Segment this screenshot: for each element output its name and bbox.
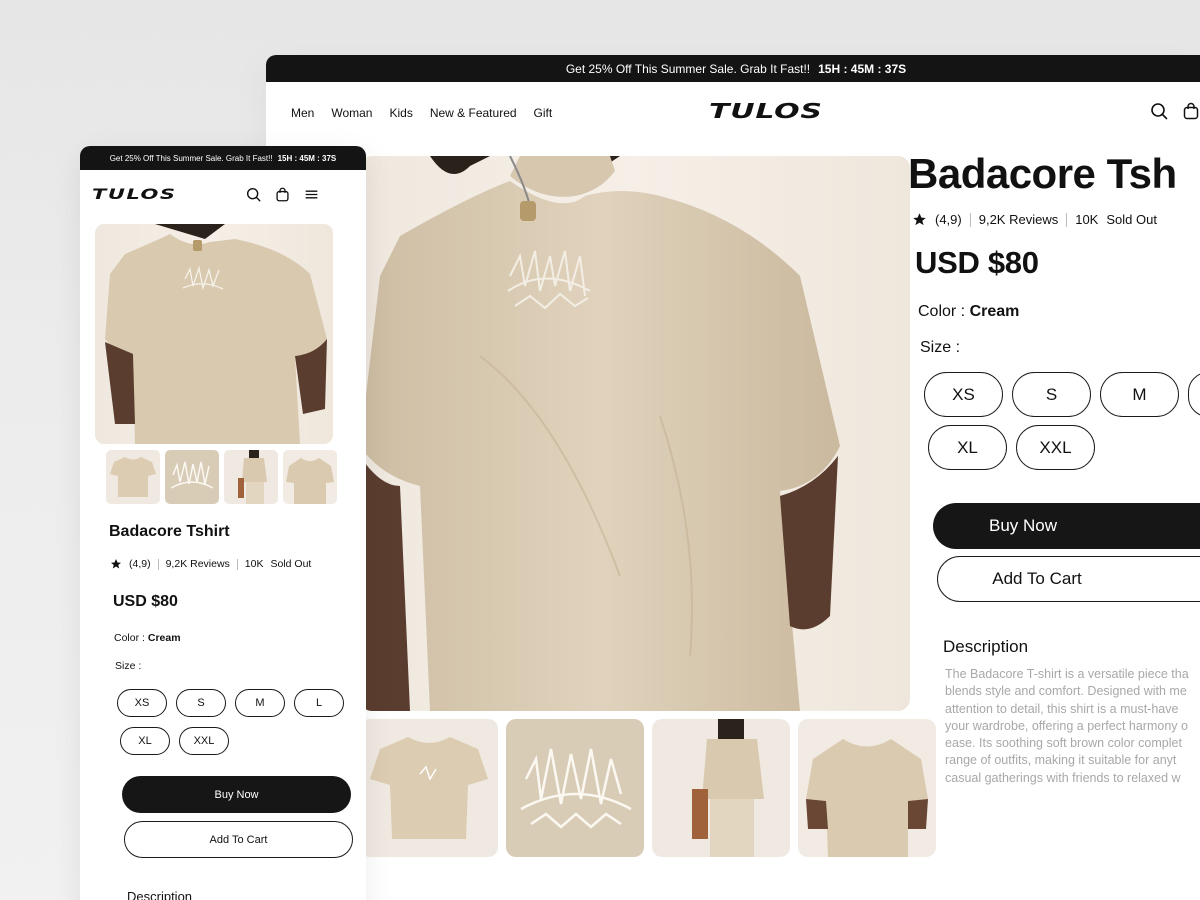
mobile-add-to-cart-button[interactable]: Add To Cart	[124, 821, 353, 858]
rating-value: (4,9)	[935, 212, 962, 227]
description-line: your wardrobe, offering a perfect harmon…	[945, 718, 1188, 733]
mobile-thumbnail-front-view[interactable]	[283, 450, 337, 504]
thumbnail-embroidery-closeup[interactable]	[506, 719, 644, 857]
size-option-xxl[interactable]: XXL	[1016, 425, 1095, 470]
bag-icon[interactable]	[1182, 102, 1200, 120]
size-option-m[interactable]: M	[1100, 372, 1179, 417]
product-price: USD $80	[915, 245, 1039, 280]
nav-link-kids[interactable]: Kids	[389, 106, 412, 120]
promo-timer: 15H : 45M : 37S	[818, 61, 907, 76]
nav-links: Men Woman Kids New & Featured Gift	[291, 106, 552, 120]
mobile-thumbnail-back-view[interactable]	[224, 450, 278, 504]
divider	[157, 558, 159, 570]
sold-count: 10K	[1075, 212, 1099, 227]
nav-link-gift[interactable]: Gift	[534, 106, 553, 120]
thumbnail-back-view[interactable]	[652, 719, 790, 857]
brand-logo[interactable]: TULOS	[709, 99, 823, 123]
thumbnail-front-view[interactable]	[798, 719, 936, 857]
product-title: Badacore Tsh	[908, 150, 1177, 197]
buy-now-button[interactable]: Buy Now	[933, 503, 1200, 549]
mobile-product-title: Badacore Tshirt	[109, 523, 230, 540]
mobile-rating-row: (4,9) 9,2K Reviews 10K Sold Out	[110, 558, 311, 570]
mobile-buy-now-button[interactable]: Buy Now	[122, 776, 351, 813]
thumbnail-flat-shirt[interactable]	[360, 719, 498, 857]
search-icon[interactable]	[1150, 102, 1168, 120]
size-label: Size :	[920, 339, 961, 356]
mobile-view: Get 25% Off This Summer Sale. Grab It Fa…	[80, 146, 366, 900]
divider	[236, 558, 238, 570]
top-navigation: Men Woman Kids New & Featured Gift TULOS	[266, 82, 1200, 144]
mobile-sold-label: Sold Out	[270, 558, 312, 570]
mobile-product-price: USD $80	[113, 593, 178, 610]
mobile-color-value: Cream	[147, 632, 181, 644]
add-to-cart-button[interactable]: Add To Cart	[937, 556, 1200, 602]
mobile-color-row: Color : Cream	[114, 632, 181, 644]
size-option-xl[interactable]: XL	[928, 425, 1007, 470]
mobile-promo-timer: 15H : 45M : 37S	[277, 153, 337, 163]
size-option-l[interactable]	[1188, 372, 1200, 417]
nav-link-new-featured[interactable]: New & Featured	[430, 106, 517, 120]
thumbnail-strip	[360, 719, 936, 857]
sold-label: Sold Out	[1106, 212, 1157, 227]
description-line: attention to detail, this shirt is a mus…	[945, 701, 1179, 716]
size-option-s[interactable]: S	[1012, 372, 1091, 417]
mobile-size-option-xs[interactable]: XS	[117, 689, 167, 717]
description-title: Description	[943, 637, 1029, 656]
description-line: range of outfits, making it suitable for…	[945, 753, 1177, 768]
mobile-promo-text: Get 25% Off This Summer Sale. Grab It Fa…	[109, 153, 273, 163]
mobile-size-option-xl[interactable]: XL	[120, 727, 170, 755]
mobile-color-label: Color :	[114, 632, 145, 644]
nav-icons	[1150, 102, 1200, 120]
mobile-product-main-image[interactable]	[95, 224, 333, 444]
mobile-brand-logo[interactable]: TULOS	[92, 187, 176, 203]
divider	[1066, 212, 1068, 227]
desktop-view: Get 25% Off This Summer Sale. Grab It Fa…	[266, 55, 1200, 900]
menu-icon[interactable]	[304, 187, 319, 202]
star-icon	[110, 558, 122, 570]
mobile-description-title: Description	[127, 889, 193, 900]
mobile-navigation: TULOS	[80, 170, 366, 222]
color-label: Color :	[918, 303, 966, 320]
description-line: The Badacore T-shirt is a versatile piec…	[945, 667, 1189, 681]
divider	[969, 212, 971, 227]
promo-text: Get 25% Off This Summer Sale. Grab It Fa…	[565, 61, 811, 76]
mobile-thumbnail-flat-shirt[interactable]	[106, 450, 160, 504]
mobile-review-count[interactable]: 9,2K Reviews	[166, 558, 230, 570]
mobile-thumbnail-strip	[106, 450, 337, 504]
mobile-promo-bar: Get 25% Off This Summer Sale. Grab It Fa…	[80, 146, 366, 170]
size-options: XS S M XL XXL	[924, 372, 1200, 470]
rating-row: (4,9) 9,2K Reviews 10K Sold Out	[912, 212, 1200, 227]
star-icon	[912, 212, 927, 227]
color-value: Cream	[969, 303, 1020, 320]
description-line: ease. Its soothing soft brown color comp…	[945, 736, 1182, 751]
color-row: Color : Cream	[918, 303, 1200, 321]
description-line: casual gatherings with friends to relaxe…	[945, 770, 1181, 785]
nav-link-men[interactable]: Men	[291, 106, 314, 120]
nav-link-woman[interactable]: Woman	[331, 106, 372, 120]
size-option-xs[interactable]: XS	[924, 372, 1003, 417]
mobile-size-option-l[interactable]: L	[294, 689, 344, 717]
review-count[interactable]: 9,2K Reviews	[979, 212, 1058, 227]
bag-icon[interactable]	[275, 187, 290, 202]
description-line: blends style and comfort. Designed with …	[945, 684, 1187, 699]
mobile-sold-count: 10K	[244, 558, 264, 570]
product-main-image[interactable]	[360, 156, 910, 711]
mobile-size-option-s[interactable]: S	[176, 689, 226, 717]
promo-bar: Get 25% Off This Summer Sale. Grab It Fa…	[266, 55, 1200, 82]
product-info: Badacore Tsh (4,9) 9,2K Reviews 10K Sold…	[908, 150, 1200, 470]
mobile-size-options: XS S M L XL XXL	[117, 689, 357, 755]
mobile-nav-icons	[246, 187, 319, 202]
mobile-rating-value: (4,9)	[129, 558, 151, 570]
search-icon[interactable]	[246, 187, 261, 202]
description-text: The Badacore T-shirt is a versatile piec…	[945, 666, 1200, 787]
mobile-size-label: Size :	[115, 660, 142, 672]
mobile-thumbnail-embroidery-closeup[interactable]	[165, 450, 219, 504]
mobile-size-option-xxl[interactable]: XXL	[179, 727, 229, 755]
mobile-size-option-m[interactable]: M	[235, 689, 285, 717]
